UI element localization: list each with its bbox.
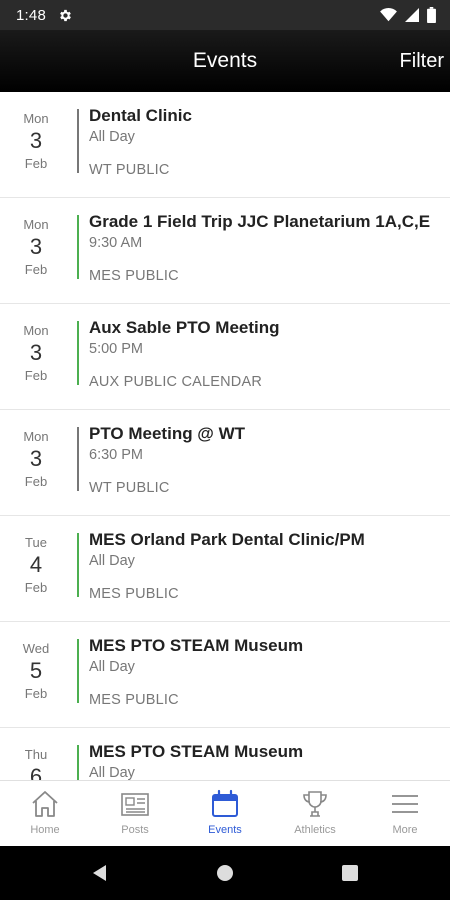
nav-posts-label: Posts [121,824,149,836]
event-row[interactable]: Mon 3 Feb Grade 1 Field Trip JJC Planetariu… [0,198,450,304]
event-row[interactable]: Thu6FebMES PTO STEAM MuseumAll DayMES PU… [0,728,450,780]
event-month: Feb [24,686,48,701]
event-weekday: Mon [23,323,49,338]
event-day: 5 [29,658,43,683]
event-row[interactable]: Mon 3 Feb Aux Sable PTO Meeting 5:00 PM AUX P… [0,304,450,410]
event-calendar: MES PUBLIC [89,692,179,708]
calendar-color-bar [77,321,79,385]
event-weekday: Mon [23,111,49,126]
event-month: Feb [24,156,48,171]
calendar-color-bar [77,427,79,491]
system-nav-bar [0,846,450,900]
event-row[interactable]: Wed 5 Feb MES PTO STEAM Museum All Day MES PU… [0,622,450,728]
back-icon[interactable] [90,863,110,883]
event-time: All Day [89,765,135,780]
event-list[interactable]: Mon 3 Feb Dental Clinic All Day WT PUBLIC Mon 3… [0,92,450,780]
event-day: 3 [29,234,43,259]
event-day: 3 [29,128,43,153]
page-title: Events [192,49,258,72]
settings-gear-icon [58,7,74,23]
recents-icon[interactable] [340,863,360,883]
event-month: Feb [24,580,48,595]
battery-icon [427,7,436,23]
nav-home-label: Home [30,824,60,836]
event-title: Aux Sable PTO Meeting [89,318,280,337]
event-day: 4 [29,552,43,577]
home-icon [32,791,58,817]
signal-icon [405,8,419,22]
event-time: 9:30 AM [89,235,143,251]
event-weekday: Mon [23,429,49,444]
status-bar: 1:48 [0,0,450,30]
filter-button[interactable]: Filter [400,30,444,92]
nav-posts[interactable]: Posts [90,781,180,846]
event-weekday: Tue [25,535,47,550]
event-weekday: Wed [22,641,50,656]
event-day: 3 [29,340,43,365]
event-month: Feb [24,474,48,489]
event-time: All Day [89,129,135,145]
nav-events-label: Events [208,824,242,836]
event-title: MES Orland Park Dental Clinic/PM [89,530,365,549]
event-row[interactable]: Mon 3 Feb PTO Meeting @ WT 6:30 PM WT PUBLIC [0,410,450,516]
event-title: Dental Clinic [89,106,192,125]
menu-icon [392,795,418,813]
event-time: All Day [89,553,135,569]
event-weekday: Mon [23,217,49,232]
nav-more[interactable]: More [360,781,450,846]
event-calendar: MES PUBLIC [89,586,179,602]
event-title: Grade 1 Field Trip JJC Planetarium 1A,C,… [89,212,431,231]
screen: 1:48 Events Filter Mon 3 Feb Dental Clinic A… [0,0,450,900]
trophy-icon [303,791,327,817]
calendar-color-bar [77,533,79,597]
event-row[interactable]: Mon 3 Feb Dental Clinic All Day WT PUBLIC [0,92,450,198]
bottom-nav: Home Posts Events Athletics More [0,780,450,846]
event-month: Feb [24,368,48,383]
event-time: 5:00 PM [89,341,143,357]
event-calendar: WT PUBLIC [89,162,170,178]
event-row[interactable]: Tue 4 Feb MES Orland Park Dental Clinic/PM A… [0,516,450,622]
event-day: 6 [29,764,43,780]
calendar-color-bar [77,745,79,780]
nav-events[interactable]: Events [180,781,270,846]
status-icons [380,7,436,23]
home-circle-icon[interactable] [215,863,235,883]
status-time: 1:48 [16,6,46,24]
app-header: Events Filter [0,30,450,92]
event-time: 6:30 PM [89,447,143,463]
calendar-color-bar [77,215,79,279]
calendar-color-bar [77,109,79,173]
nav-home[interactable]: Home [0,781,90,846]
nav-athletics-label: Athletics [294,824,336,836]
nav-more-label: More [392,824,418,836]
event-calendar: WT PUBLIC [89,480,170,496]
event-calendar: MES PUBLIC [89,268,179,284]
event-day: 3 [29,446,43,471]
event-title: PTO Meeting @ WT [89,424,246,443]
wifi-icon [380,8,397,22]
calendar-color-bar [77,639,79,703]
nav-athletics[interactable]: Athletics [270,781,360,846]
event-title: MES PTO STEAM Museum [89,636,304,655]
event-month: Feb [24,262,48,277]
newspaper-icon [121,793,149,816]
event-title: MES PTO STEAM Museum [89,742,304,761]
event-time: All Day [89,659,135,675]
calendar-icon [212,789,238,817]
event-calendar: AUX PUBLIC CALENDAR [89,374,263,390]
event-weekday: Thu [24,747,48,762]
